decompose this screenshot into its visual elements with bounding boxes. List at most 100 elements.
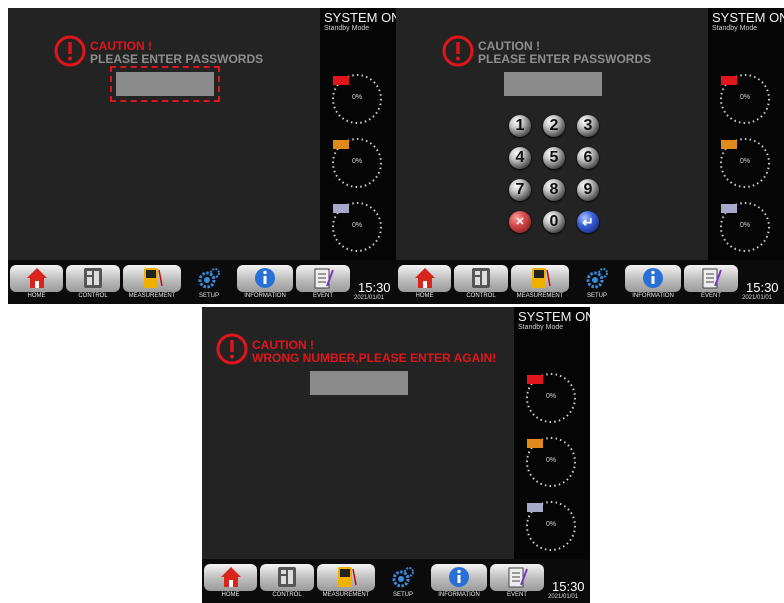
gauge-l2: 0% — [522, 433, 580, 491]
keypad-key-1[interactable]: 1 — [509, 115, 531, 137]
nav-label: INFORMATION — [438, 592, 480, 598]
gauge-value: 0% — [739, 94, 751, 101]
gear-icon — [198, 268, 220, 289]
keypad-key-4[interactable]: 4 — [509, 147, 531, 169]
system-mode: Standby Mode — [324, 25, 370, 32]
nav-event-button[interactable]: EVENT — [684, 265, 738, 302]
keypad-enter-button[interactable]: ↵ — [577, 211, 599, 233]
control-panel-icon — [472, 268, 490, 288]
nav-label: MEASUREMENT — [128, 293, 176, 299]
bottom-nav-bar: HOME CONTROL MEASUREMENT SETUP INFORMATI… — [202, 559, 590, 603]
keypad-key-9[interactable]: 9 — [577, 179, 599, 201]
keypad-key-7[interactable]: 7 — [509, 179, 531, 201]
system-mode: Standby Mode — [712, 25, 758, 32]
multimeter-icon — [338, 567, 357, 587]
nav-event-button[interactable]: EVENT — [296, 265, 350, 302]
password-field[interactable] — [310, 371, 408, 395]
clock-date: 2021/01/01 — [548, 594, 579, 600]
keypad-key-3[interactable]: 3 — [577, 115, 599, 137]
nav-home-button[interactable]: HOME — [398, 265, 451, 302]
home-icon — [220, 567, 241, 587]
keypad-key-5[interactable]: 5 — [543, 147, 565, 169]
nav-information-button[interactable]: INFORMATION — [431, 564, 487, 601]
nav-control-button[interactable]: CONTROL — [260, 564, 314, 601]
gauge-value: 0% — [351, 158, 363, 165]
caution-title: CAUTION ! — [478, 39, 540, 53]
gauge-value: 0% — [351, 94, 363, 101]
nav-home-button[interactable]: HOME — [10, 265, 63, 302]
nav-setup-button[interactable]: SETUP — [184, 265, 234, 302]
caution-icon — [54, 35, 86, 67]
keypad-key-8[interactable]: 8 — [543, 179, 565, 201]
control-panel-icon — [278, 567, 296, 587]
gauge-l2: 0% — [716, 134, 774, 192]
nav-label: CONTROL — [272, 592, 302, 598]
keypad-key-6[interactable]: 6 — [577, 147, 599, 169]
caution-title: CAUTION ! — [252, 338, 314, 352]
panel-enter-password: CAUTION ! PLEASE ENTER PASSWORDS SYSTEM … — [8, 8, 396, 304]
nav-label: MEASUREMENT — [322, 592, 370, 598]
gauge-value: 0% — [545, 457, 557, 464]
caution-title: CAUTION ! — [90, 39, 152, 53]
gauge-value: 0% — [545, 393, 557, 400]
nav-measurement-button[interactable]: MEASUREMENT — [317, 564, 375, 601]
home-icon — [26, 268, 47, 288]
nav-label: INFORMATION — [632, 293, 674, 299]
clock-time: 15:30 — [552, 579, 585, 594]
system-mode: Standby Mode — [518, 324, 564, 331]
nav-event-button[interactable]: EVENT — [490, 564, 544, 601]
nav-control-button[interactable]: CONTROL — [454, 265, 508, 302]
nav-label: CONTROL — [78, 293, 108, 299]
system-status-title: SYSTEM ON — [712, 10, 784, 25]
nav-information-button[interactable]: INFORMATION — [625, 265, 681, 302]
clock-time: 15:30 — [358, 280, 391, 295]
nav-home-button[interactable]: HOME — [204, 564, 257, 601]
gauge-value: 0% — [739, 158, 751, 165]
keypad-key-0[interactable]: 0 — [543, 211, 565, 233]
nav-information-button[interactable]: INFORMATION — [237, 265, 293, 302]
status-sidebar: SYSTEM ON Standby Mode 0% 0% 0% — [320, 8, 396, 260]
password-field[interactable] — [110, 66, 220, 102]
bottom-nav-bar: HOME CONTROL MEASUREMENT SETUP INFORMATI… — [8, 260, 396, 304]
clock-date: 2021/01/01 — [354, 295, 385, 301]
nav-label: INFORMATION — [244, 293, 286, 299]
multimeter-icon — [144, 268, 163, 288]
main-area: CAUTION ! WRONG NUMBER,PLEASE ENTER AGAI… — [202, 307, 514, 559]
nav-label: EVENT — [312, 293, 333, 299]
panel-keypad: CAUTION ! PLEASE ENTER PASSWORDS 1 2 3 4… — [396, 8, 784, 304]
nav-label: EVENT — [506, 592, 527, 598]
gauge-l3: 0% — [716, 198, 774, 256]
password-field[interactable] — [504, 72, 602, 96]
nav-measurement-button[interactable]: MEASUREMENT — [511, 265, 569, 302]
control-panel-icon — [84, 268, 102, 288]
nav-setup-button[interactable]: SETUP — [572, 265, 622, 302]
gear-icon — [586, 268, 608, 289]
nav-control-button[interactable]: CONTROL — [66, 265, 120, 302]
event-log-icon — [314, 268, 334, 289]
main-area: CAUTION ! PLEASE ENTER PASSWORDS — [8, 8, 320, 260]
nav-measurement-button[interactable]: MEASUREMENT — [123, 265, 181, 302]
multimeter-icon — [532, 268, 551, 288]
gauge-l3: 0% — [328, 198, 386, 256]
nav-label: HOME — [27, 293, 46, 299]
keypad-delete-button[interactable]: ✕ — [509, 211, 531, 233]
gear-icon — [392, 567, 414, 588]
nav-label: CONTROL — [466, 293, 496, 299]
caution-icon — [216, 333, 248, 365]
clock-time: 15:30 — [746, 280, 779, 295]
bottom-nav-bar: HOME CONTROL MEASUREMENT SETUP INFORMATI… — [396, 260, 784, 304]
nav-setup-button[interactable]: SETUP — [378, 564, 428, 601]
keypad-key-2[interactable]: 2 — [543, 115, 565, 137]
system-status-title: SYSTEM ON — [518, 309, 590, 324]
gauge-l1: 0% — [716, 70, 774, 128]
gauge-l2: 0% — [328, 134, 386, 192]
status-sidebar: SYSTEM ON Standby Mode 0% 0% 0% — [708, 8, 784, 260]
info-icon — [449, 567, 469, 587]
info-icon — [643, 268, 663, 288]
event-log-icon — [702, 268, 722, 289]
gauge-l1: 0% — [328, 70, 386, 128]
system-status-title: SYSTEM ON — [324, 10, 396, 25]
caution-icon — [442, 35, 474, 67]
home-icon — [414, 268, 435, 288]
nav-label: EVENT — [700, 293, 721, 299]
